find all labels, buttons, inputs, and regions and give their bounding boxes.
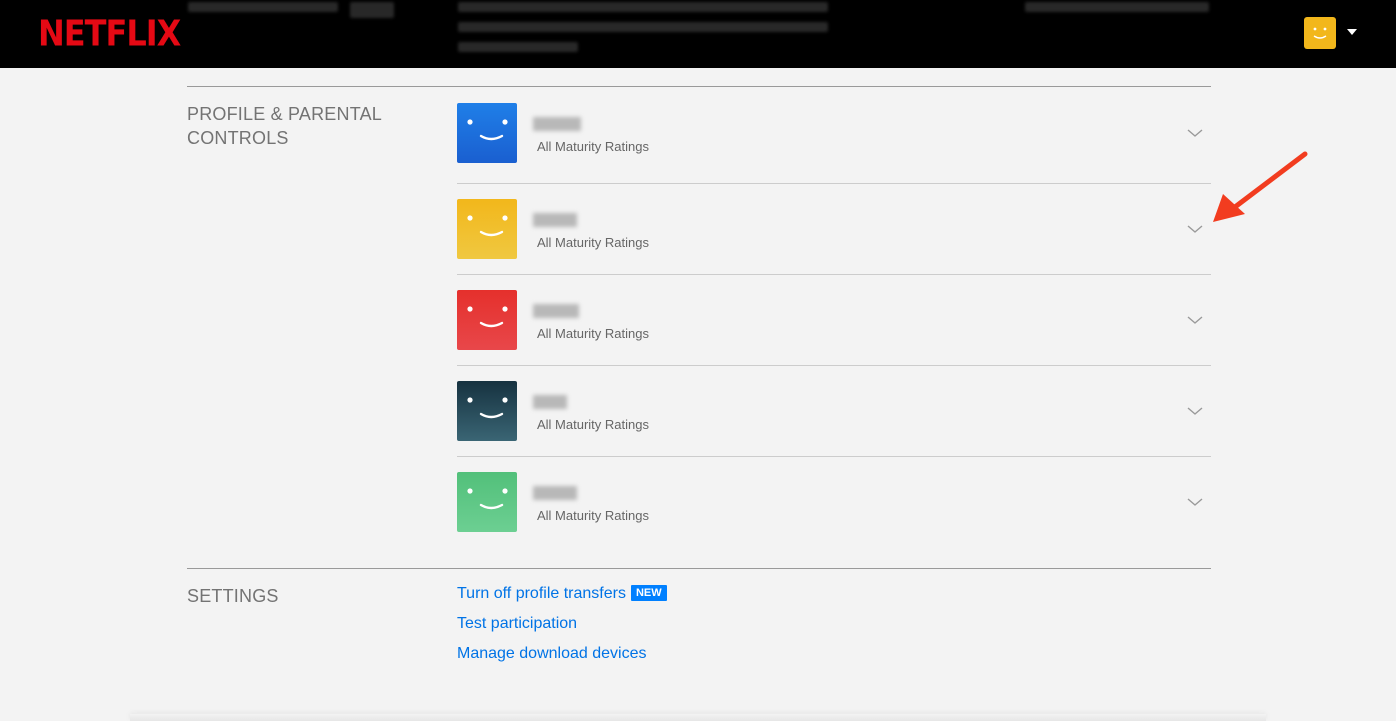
profile-name-blurred [533,117,581,131]
profile-row[interactable]: All Maturity Ratings [457,199,1211,259]
chevron-down-icon[interactable] [1187,494,1203,510]
chevron-down-icon[interactable] [1187,403,1203,419]
row-divider [457,365,1211,366]
blurred-header-text [1025,2,1209,12]
profile-row[interactable]: All Maturity Ratings [457,381,1211,441]
profile-row[interactable]: All Maturity Ratings [457,103,1211,163]
blurred-header-text [188,2,338,12]
smiley-icon [467,306,508,328]
maturity-label: All Maturity Ratings [537,417,649,432]
profile-row[interactable]: All Maturity Ratings [457,290,1211,350]
blurred-header-text [458,42,578,52]
profile-transfers-link[interactable]: Turn off profile transfers NEW [457,584,667,604]
profile-name-blurred [533,486,577,500]
annotation-arrow-icon [1213,151,1308,222]
smiley-icon [467,215,508,237]
row-divider [457,274,1211,275]
chevron-down-icon[interactable] [1187,125,1203,141]
profile-name-blurred [533,395,567,409]
maturity-label: All Maturity Ratings [537,235,649,250]
profile-transfers-label: Turn off profile transfers [457,585,626,602]
maturity-label: All Maturity Ratings [537,139,649,154]
footer-edge [130,714,1266,721]
profile-avatar [457,103,517,163]
test-participation-link[interactable]: Test participation [457,614,577,634]
maturity-label: All Maturity Ratings [537,508,649,523]
profile-name-blurred [533,304,579,318]
profile-name-blurred [533,213,577,227]
section-divider [187,568,1211,569]
smiley-icon [467,397,508,419]
profile-avatar [457,290,517,350]
row-divider [457,183,1211,184]
smiley-icon [1313,27,1327,39]
settings-section-title: SETTINGS [187,586,279,606]
profile-avatar [457,472,517,532]
profile-avatar [457,381,517,441]
new-badge: NEW [630,585,667,601]
section-divider [187,86,1211,87]
netflix-logo[interactable]: NETFLIX [38,12,181,55]
blurred-header-text [458,2,828,12]
smiley-icon [467,488,508,510]
row-divider [457,456,1211,457]
top-bar: NETFLIX [0,0,1396,68]
manage-devices-link[interactable]: Manage download devices [457,644,646,664]
profile-avatar[interactable] [1304,17,1336,49]
smiley-icon [467,119,508,141]
blurred-header-text [458,22,828,32]
chevron-down-icon[interactable] [1187,221,1203,237]
chevron-down-icon[interactable] [1187,312,1203,328]
profile-section-title: PROFILE & PARENTAL CONTROLS [187,104,382,148]
profile-row[interactable]: All Maturity Ratings [457,472,1211,532]
maturity-label: All Maturity Ratings [537,326,649,341]
caret-down-icon[interactable] [1347,29,1357,35]
blurred-header-text [350,2,394,18]
profile-avatar [457,199,517,259]
